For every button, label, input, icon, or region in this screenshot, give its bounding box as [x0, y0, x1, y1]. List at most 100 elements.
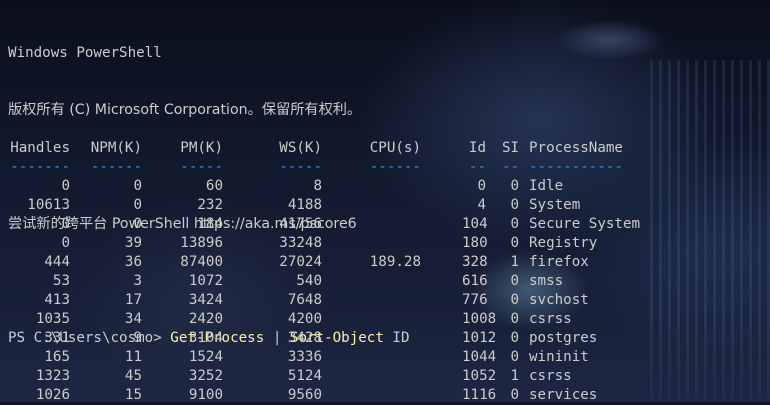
- cell-npm: 15: [124, 387, 142, 403]
- cell-ws: -----: [279, 159, 322, 175]
- cell-ws: 4200: [287, 311, 322, 327]
- cell-ws: 4188: [287, 197, 322, 213]
- cell-si: 1: [510, 368, 519, 384]
- cell-npm: 17: [124, 292, 142, 308]
- cell-si: 0: [510, 330, 519, 346]
- cell-handles: 0: [61, 216, 70, 232]
- cell-process-name: services: [529, 387, 598, 403]
- cell-ws: 8: [313, 178, 322, 194]
- table-row: 53 3 1072 540 616 0 smss: [8, 272, 768, 291]
- table-row: 10613 0 232 4188 4 0 System: [8, 196, 768, 215]
- cell-si: 0: [510, 292, 519, 308]
- cell-ws: 9560: [287, 387, 322, 403]
- banner-title: Windows PowerShell: [8, 45, 162, 61]
- cell-si: 0: [510, 311, 519, 327]
- cell-id: 328: [462, 254, 488, 270]
- cell-pm: 184: [197, 216, 223, 232]
- cell-npm: NPM(K): [90, 140, 142, 156]
- cell-npm: 0: [133, 216, 142, 232]
- cell-pm: 2420: [188, 311, 223, 327]
- cell-npm: 11: [124, 349, 142, 365]
- cell-process-name: -----------: [529, 159, 623, 175]
- table-row: 0 0 184 41756 104 0 Secure System: [8, 215, 768, 234]
- cell-process-name: postgres: [529, 330, 598, 346]
- cell-si: 0: [510, 216, 519, 232]
- cell-process-name: System: [529, 197, 581, 213]
- cell-handles: 10613: [27, 197, 70, 213]
- cell-npm: 36: [124, 254, 142, 270]
- cell-id: 4: [477, 197, 486, 213]
- cell-si: 0: [510, 273, 519, 289]
- cell-si: --: [502, 159, 520, 175]
- table-row: 0 39 13896 33248 180 0 Registry: [8, 234, 768, 253]
- terminal-output[interactable]: Windows PowerShell 版权所有 (C) Microsoft Co…: [8, 6, 770, 405]
- cell-process-name: wininit: [529, 349, 589, 365]
- cell-process-name: firefox: [529, 254, 589, 270]
- cell-pm: 9100: [188, 387, 223, 403]
- cell-ws: 3428: [287, 330, 322, 346]
- cell-id: 180: [462, 235, 488, 251]
- cell-process-name: csrss: [529, 311, 572, 327]
- cell-ws: 5124: [287, 368, 322, 384]
- cell-npm: 9: [133, 330, 142, 346]
- cell-handles: Handles: [10, 140, 70, 156]
- cell-si: 0: [510, 387, 519, 403]
- cell-handles: 165: [44, 349, 70, 365]
- cell-process-name: csrss: [529, 368, 572, 384]
- cell-handles: 1035: [35, 311, 70, 327]
- cell-pm: 3424: [188, 292, 223, 308]
- cell-si: 0: [510, 178, 519, 194]
- cell-pm: PM(K): [180, 140, 223, 156]
- cell-handles: 53: [52, 273, 70, 289]
- cell-id: 1116: [462, 387, 497, 403]
- cell-id: 616: [462, 273, 488, 289]
- cell-npm: 3: [133, 273, 142, 289]
- cell-ws: 27024: [279, 254, 322, 270]
- cell-npm: 34: [124, 311, 142, 327]
- cell-id: 776: [462, 292, 488, 308]
- cell-si: SI: [502, 140, 520, 156]
- cell-si: 0: [510, 197, 519, 213]
- cell-id: 1044: [462, 349, 497, 365]
- cell-handles: 444: [44, 254, 70, 270]
- table-row: 1035 34 2420 4200 1008 0 csrss: [8, 310, 768, 329]
- cell-id: 104: [462, 216, 488, 232]
- cell-handles: 1026: [35, 387, 70, 403]
- cell-id: 1052: [462, 368, 497, 384]
- cell-pm: 3252: [188, 368, 223, 384]
- cell-id: 1008: [462, 311, 497, 327]
- cell-pm: 60: [205, 178, 223, 194]
- cell-si: 0: [510, 349, 519, 365]
- cell-process-name: Secure System: [529, 216, 641, 232]
- table-row: 1026 15 9100 9560 1116 0 services: [8, 386, 768, 405]
- cell-ws: 41756: [279, 216, 322, 232]
- cell-id: 1012: [462, 330, 497, 346]
- cell-ws: WS(K): [279, 140, 322, 156]
- cell-handles: 331: [44, 330, 70, 346]
- cell-ws: 540: [296, 273, 322, 289]
- cell-handles: 413: [44, 292, 70, 308]
- cell-si: 1: [510, 254, 519, 270]
- cell-process-name: ProcessName: [529, 140, 623, 156]
- cell-process-name: Idle: [529, 178, 564, 194]
- cell-pm: 3104: [188, 330, 223, 346]
- cell-pm: 87400: [180, 254, 223, 270]
- cell-cpu: CPU(s): [369, 140, 421, 156]
- cell-handles: -------: [10, 159, 70, 175]
- cell-npm: 39: [124, 235, 142, 251]
- cell-npm: 0: [133, 197, 142, 213]
- cell-pm: 13896: [180, 235, 223, 251]
- table-row: 413 17 3424 7648 776 0 svchost: [8, 291, 768, 310]
- cell-handles: 0: [61, 235, 70, 251]
- banner-copyright: 版权所有 (C) Microsoft Corporation。保留所有权利。: [8, 102, 362, 118]
- cell-id: Id: [468, 140, 486, 156]
- cell-id: 0: [477, 178, 486, 194]
- cell-pm: 1524: [188, 349, 223, 365]
- cell-handles: 1323: [35, 368, 70, 384]
- cell-ws: 7648: [287, 292, 322, 308]
- table-row: 0 0 60 8 0 0 Idle: [8, 177, 768, 196]
- cell-npm: 45: [124, 368, 142, 384]
- cell-si: 0: [510, 235, 519, 251]
- cell-npm: ------: [90, 159, 142, 175]
- cell-ws: 3336: [287, 349, 322, 365]
